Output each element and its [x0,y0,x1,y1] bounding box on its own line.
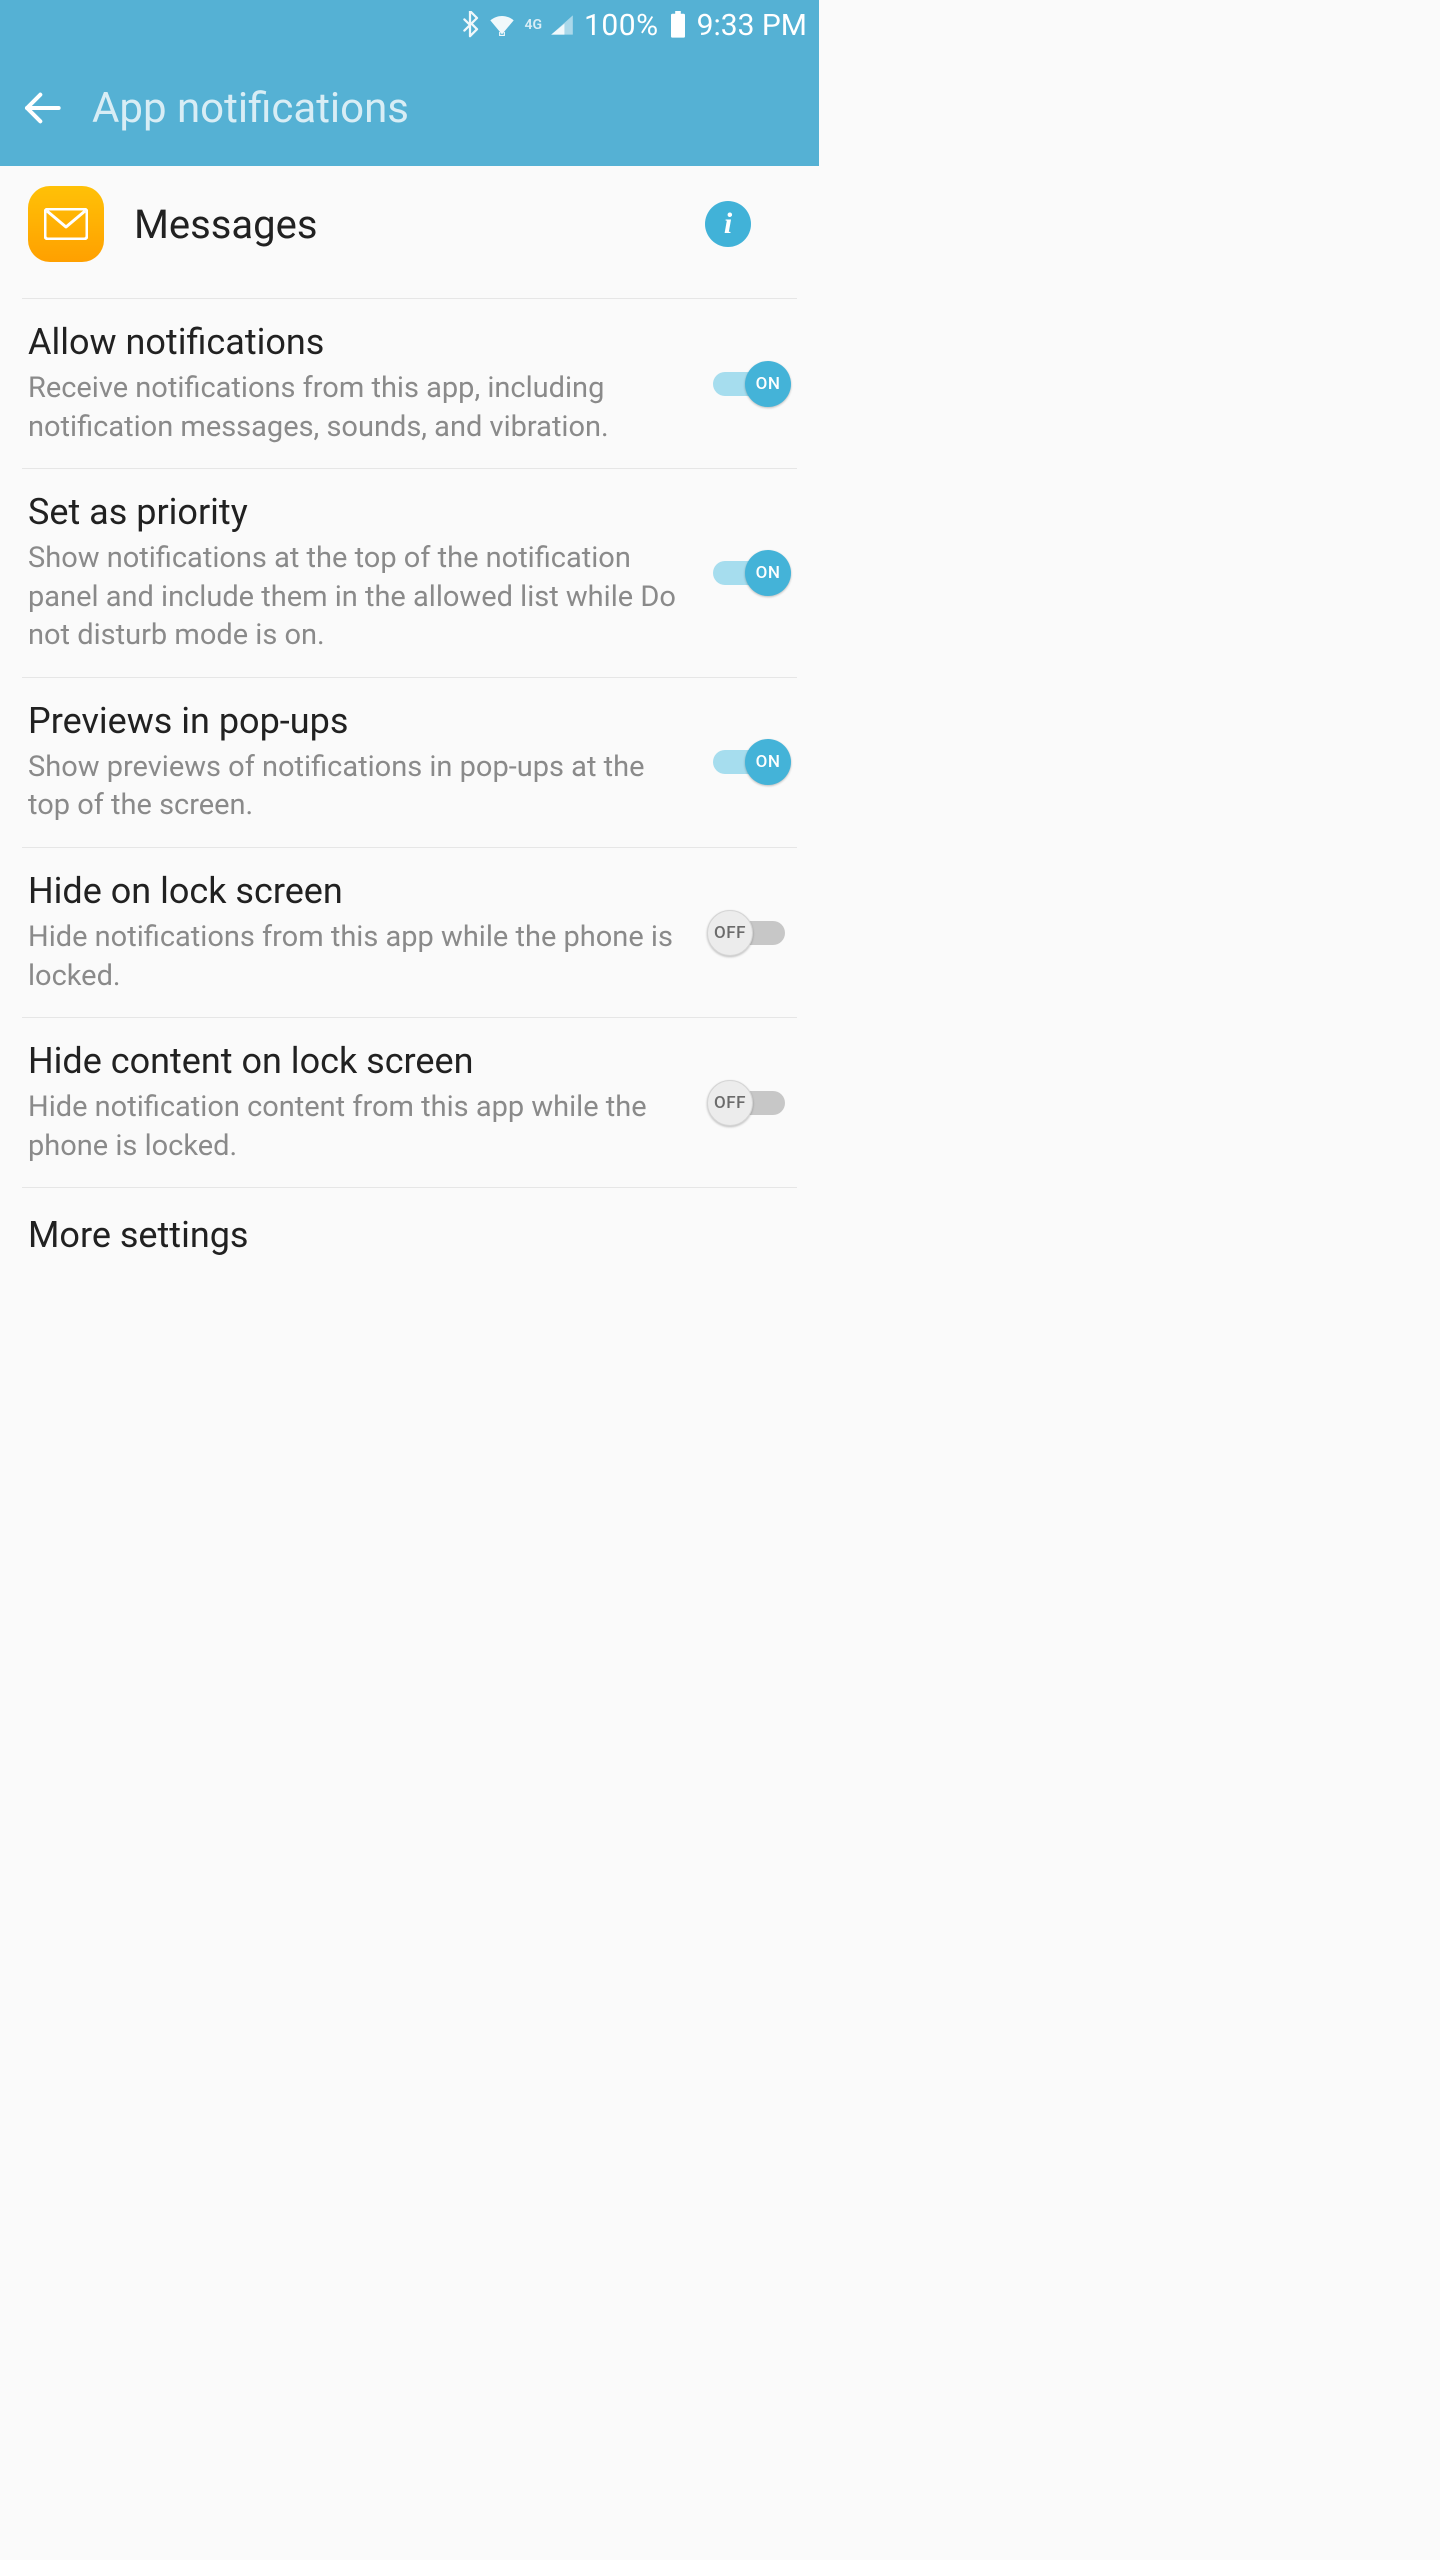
setting-title: Hide on lock screen [28,870,689,912]
status-bar: 4G 100% 9:33 PM [0,0,819,50]
setting-title: Set as priority [28,491,689,533]
app-header-row: Messages i [0,166,819,298]
setting-desc: Show notifications at the top of the not… [28,539,689,655]
app-info-button[interactable]: i [705,201,751,247]
settings-list: Allow notifications Receive notification… [22,298,797,1188]
setting-allow-notifications[interactable]: Allow notifications Receive notification… [22,299,797,469]
network-type-icon: 4G [524,17,542,33]
more-settings-link[interactable]: More settings [0,1188,819,1266]
setting-title: Allow notifications [28,321,689,363]
app-bar: App notifications [0,50,819,166]
app-name-label: Messages [134,201,675,248]
setting-title: Previews in pop-ups [28,700,689,742]
setting-hide-on-lock-screen[interactable]: Hide on lock screen Hide notifications f… [22,848,797,1018]
content: Messages i Allow notifications Receive n… [0,166,819,1266]
toggle-knob: ON [745,550,791,596]
clock: 9:33 PM [697,8,807,43]
toggle-hide-on-lock-screen[interactable]: OFF [707,910,791,956]
setting-title: Hide content on lock screen [28,1040,689,1082]
status-icons: 4G [460,11,574,39]
wifi-icon [488,14,516,36]
toggle-previews-in-popups[interactable]: ON [707,739,791,785]
setting-desc: Hide notifications from this app while t… [28,918,689,995]
setting-set-as-priority[interactable]: Set as priority Show notifications at th… [22,469,797,678]
page-title: App notifications [92,84,409,133]
battery-icon [669,11,687,39]
setting-desc: Hide notification content from this app … [28,1088,689,1165]
toggle-knob: ON [745,361,791,407]
signal-icon [550,14,574,36]
setting-previews-in-popups[interactable]: Previews in pop-ups Show previews of not… [22,678,797,848]
setting-desc: Receive notifications from this app, inc… [28,369,689,446]
messages-app-icon [28,186,104,262]
toggle-knob: OFF [707,1080,753,1126]
battery-percent: 100% [584,8,659,43]
toggle-knob: OFF [707,910,753,956]
bluetooth-icon [460,11,480,39]
toggle-hide-content-on-lock-screen[interactable]: OFF [707,1080,791,1126]
toggle-allow-notifications[interactable]: ON [707,361,791,407]
back-button[interactable] [22,88,62,128]
toggle-knob: ON [745,739,791,785]
setting-desc: Show previews of notifications in pop-up… [28,748,689,825]
setting-hide-content-on-lock-screen[interactable]: Hide content on lock screen Hide notific… [22,1018,797,1188]
toggle-set-as-priority[interactable]: ON [707,550,791,596]
